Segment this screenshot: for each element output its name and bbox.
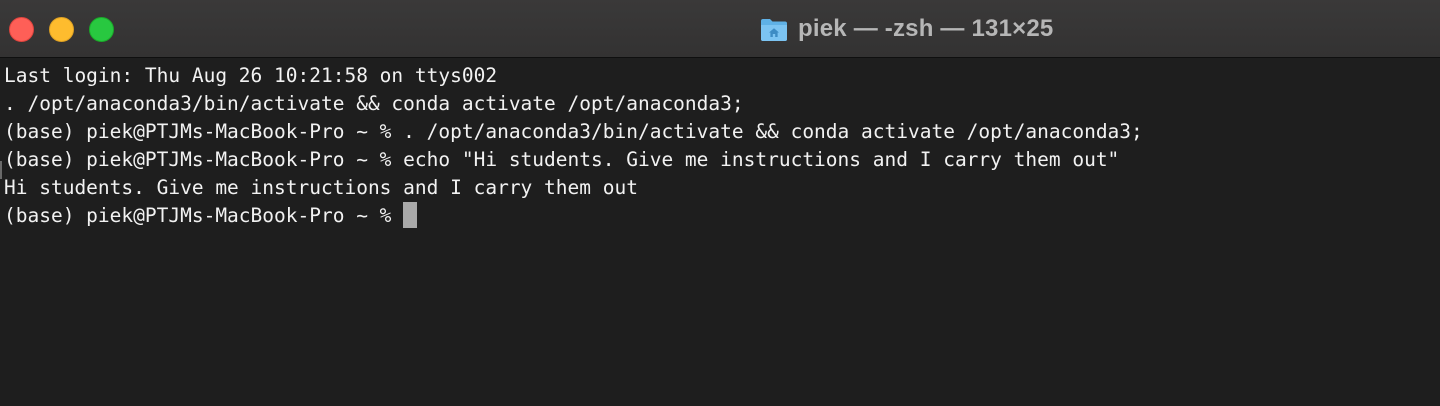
terminal-output[interactable]: Last login: Thu Aug 26 10:21:58 on ttys0… — [0, 58, 1440, 406]
window-title-group: piek — -zsh — 131×25 — [760, 12, 1053, 46]
text-cursor — [403, 202, 418, 228]
zoom-window-button[interactable] — [89, 17, 114, 42]
terminal-window: piek — -zsh — 131×25 Last login: Thu Aug… — [0, 0, 1440, 406]
terminal-line: (base) piek@PTJMs-MacBook-Pro ~ % echo "… — [4, 148, 1120, 171]
terminal-line: (base) piek@PTJMs-MacBook-Pro ~ % . /opt… — [4, 120, 1143, 143]
terminal-prompt-line[interactable]: (base) piek@PTJMs-MacBook-Pro ~ % — [4, 202, 1440, 230]
minimize-window-button[interactable] — [49, 17, 74, 42]
terminal-line: Hi students. Give me instructions and I … — [4, 176, 638, 199]
title-bar[interactable]: piek — -zsh — 131×25 — [0, 0, 1440, 58]
line-marker — [0, 161, 2, 179]
window-title: piek — -zsh — 131×25 — [798, 15, 1054, 42]
home-folder-icon — [761, 19, 787, 41]
terminal-prompt: (base) piek@PTJMs-MacBook-Pro ~ % — [4, 204, 404, 227]
terminal-line: . /opt/anaconda3/bin/activate && conda a… — [4, 92, 744, 115]
close-window-button[interactable] — [9, 17, 34, 42]
terminal-line: Last login: Thu Aug 26 10:21:58 on ttys0… — [4, 64, 498, 87]
